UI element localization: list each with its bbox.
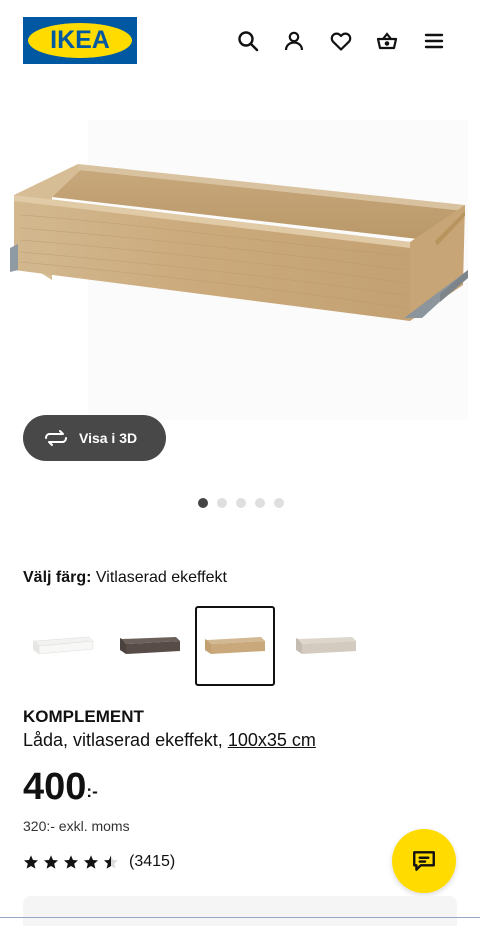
rating[interactable]: (3415) (23, 853, 175, 871)
price-suffix: :- (86, 782, 98, 801)
view-in-3d-button[interactable]: Visa i 3D (23, 415, 166, 461)
header: IKEA (0, 0, 480, 80)
star-full-icon (84, 855, 98, 869)
chat-icon (413, 851, 435, 871)
chat-button[interactable] (392, 829, 456, 893)
carousel-dot[interactable] (236, 498, 246, 508)
rating-count: (3415) (129, 853, 176, 870)
menu-icon[interactable] (420, 27, 448, 55)
product-description: Låda, vitlaserad ekeffekt, 100x35 cm (23, 730, 316, 751)
product-size-link[interactable]: 100x35 cm (228, 730, 316, 750)
carousel-dot[interactable] (255, 498, 265, 508)
carousel-dot[interactable] (198, 498, 208, 508)
carousel-dot[interactable] (217, 498, 227, 508)
search-icon[interactable] (234, 27, 262, 55)
heart-icon[interactable] (327, 27, 355, 55)
view-in-3d-label: Visa i 3D (79, 430, 138, 446)
swatch-oak[interactable] (195, 606, 275, 686)
product-name: KOMPLEMENT (23, 707, 144, 726)
next-section-card (23, 896, 457, 926)
color-selection-label: Välj färg: Vitlaserad ekeffekt (23, 569, 227, 587)
logo-text: IKEA (50, 26, 110, 54)
logo-oval: IKEA (28, 23, 132, 58)
ikea-logo[interactable]: IKEA (23, 17, 137, 64)
star-full-icon (24, 855, 38, 869)
swatch-beige[interactable] (286, 606, 366, 686)
swatch-white[interactable] (23, 606, 103, 686)
product-description-text: Låda, vitlaserad ekeffekt, (23, 730, 223, 750)
basket-icon[interactable] (373, 27, 401, 55)
color-value: Vitlaserad ekeffekt (95, 569, 227, 586)
bottom-divider (0, 917, 480, 918)
carousel-dots (198, 498, 284, 508)
swatch-dark-brown[interactable] (110, 606, 190, 686)
carousel-dot[interactable] (274, 498, 284, 508)
price-ex-vat: 320:- exkl. moms (23, 818, 130, 834)
star-full-icon (44, 855, 58, 869)
star-full-icon (64, 855, 78, 869)
rating-stars (23, 854, 119, 870)
price-amount: 400 (23, 766, 87, 808)
user-icon[interactable] (280, 27, 308, 55)
color-label: Välj färg: (23, 569, 92, 586)
rotate-3d-icon (45, 430, 67, 446)
price: 400 :- (23, 768, 98, 806)
star-half-icon (104, 855, 118, 869)
